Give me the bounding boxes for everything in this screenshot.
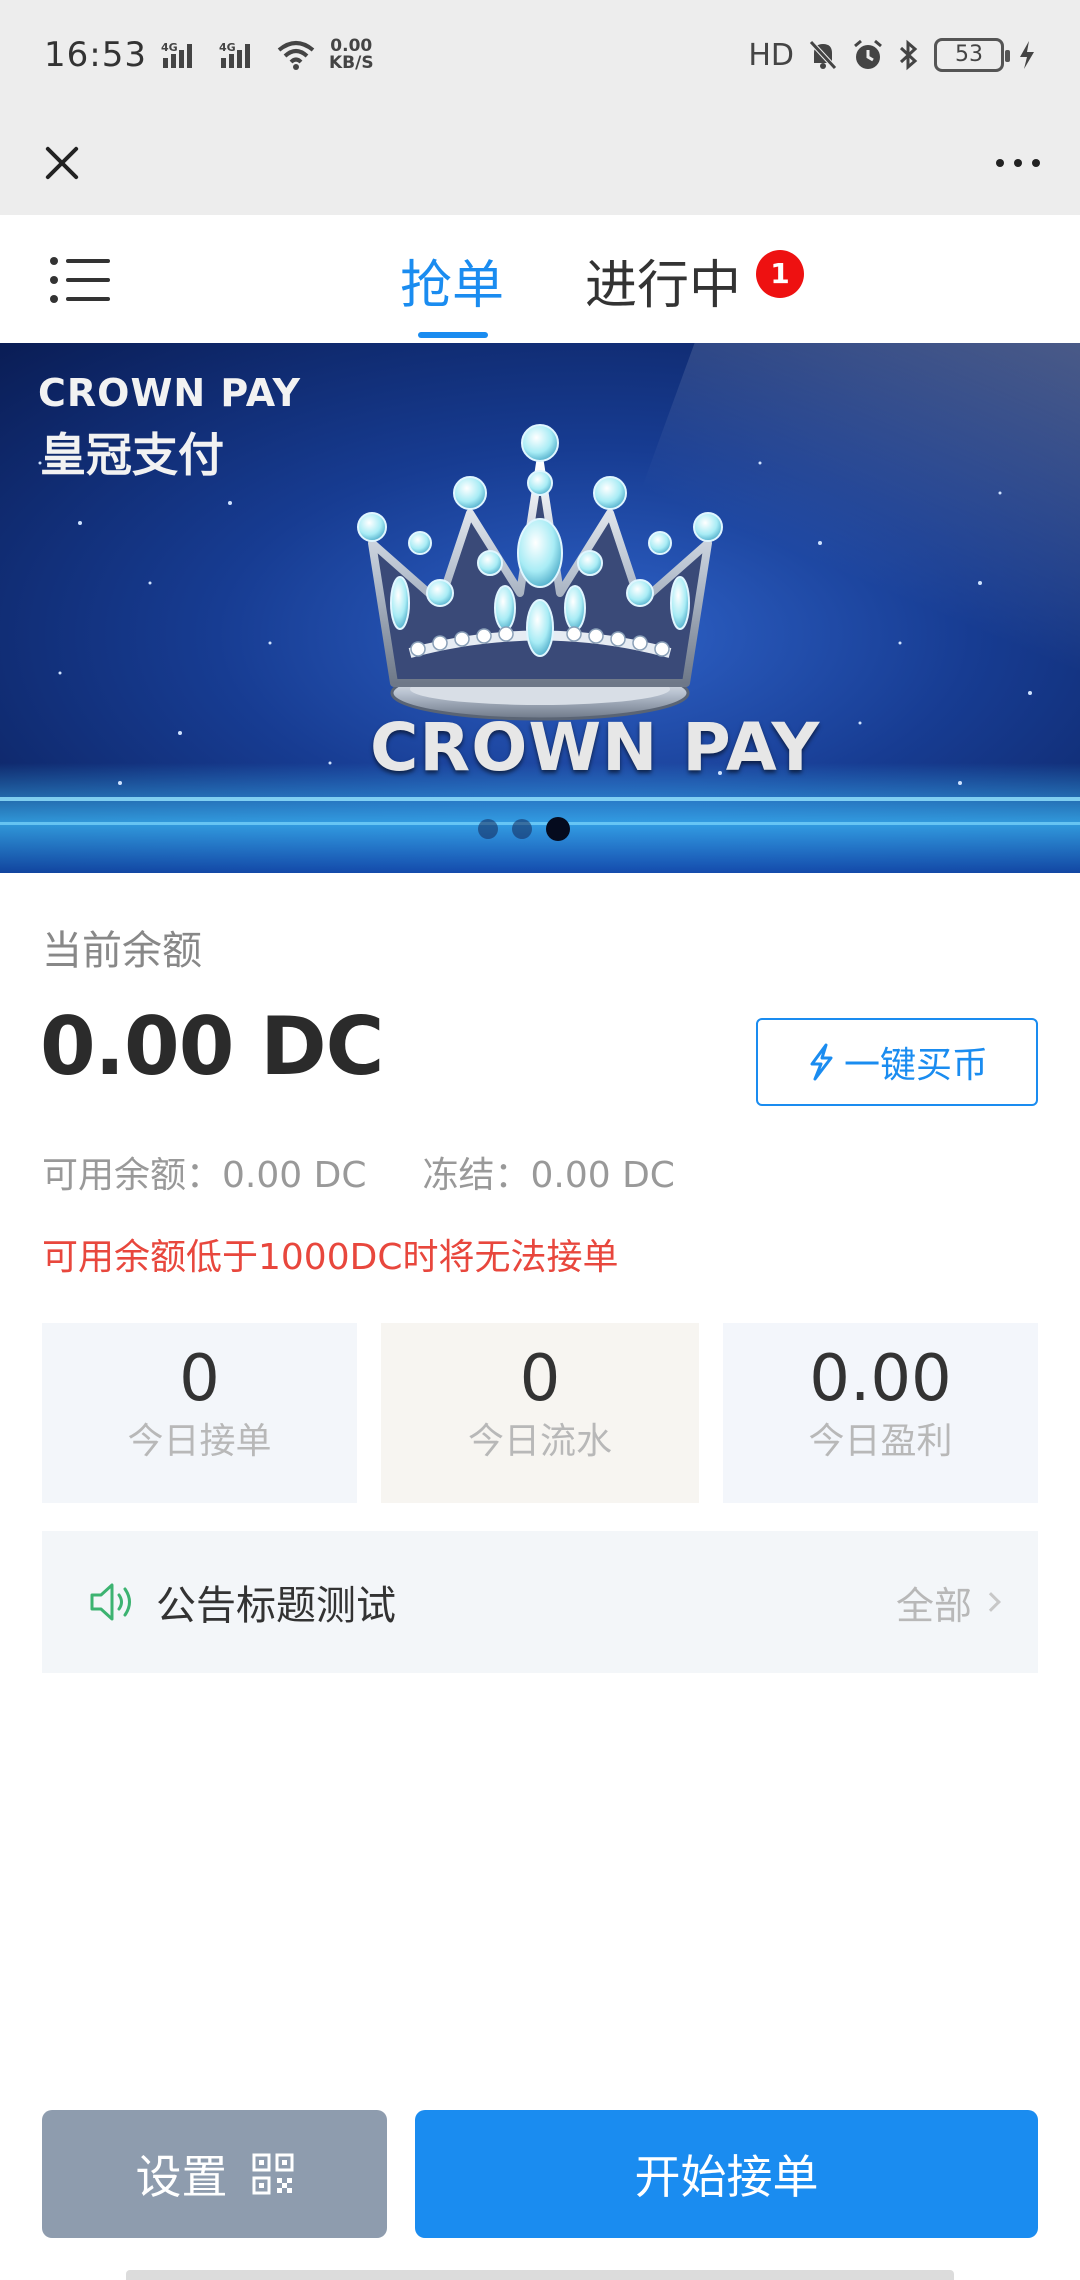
bottom-tab-strip <box>126 2270 954 2280</box>
more-dot <box>1014 158 1022 167</box>
alarm-icon <box>854 39 882 69</box>
view-all-label: 全部 <box>895 1583 972 1628</box>
banner-brand-cn: 皇冠支付 <box>40 428 224 482</box>
network-speed: 0.00 KB/S <box>329 38 374 72</box>
svg-text:4G: 4G <box>161 41 178 54</box>
stat-value: 0 <box>519 1342 561 1416</box>
speaker-icon <box>90 1583 131 1621</box>
signal-icon: 4G <box>161 41 192 68</box>
stat-today-flow: 0 今日流水 <box>381 1323 699 1503</box>
top-nav: 抢单 进行中 <box>0 215 1080 343</box>
more-options-button[interactable] <box>996 158 1048 167</box>
carousel-dot[interactable] <box>478 819 498 839</box>
buy-coin-label: 一键买币 <box>843 1045 988 1086</box>
app-screen: 16:53 4G 4G 0.00 KB/S HD 53 抢单 进行中 1 CRO… <box>0 0 1080 2280</box>
stat-label: 今日接单 <box>127 1421 272 1462</box>
start-label: 开始接单 <box>634 2150 819 2204</box>
settings-button[interactable]: 设置 <box>42 2110 387 2238</box>
promo-banner[interactable]: CROWN PAY 皇冠支付 CROWN PAY <box>0 343 1080 873</box>
banner-brand-en: CROWN PAY <box>38 371 302 415</box>
title-bar <box>0 110 1080 215</box>
mute-icon <box>809 40 837 70</box>
bluetooth-icon <box>899 39 918 71</box>
stat-value: 0.00 <box>809 1342 952 1416</box>
notification-badge: 1 <box>756 250 804 298</box>
menu-icon[interactable] <box>50 257 110 303</box>
status-time: 16:53 <box>44 35 147 75</box>
network-speed-unit: KB/S <box>328 53 374 73</box>
settings-label: 设置 <box>135 2150 228 2204</box>
battery-icon: 53 <box>934 38 1010 72</box>
carousel-dot[interactable] <box>512 819 532 839</box>
stat-today-profit: 0.00 今日盈利 <box>723 1323 1038 1503</box>
chevron-right-icon <box>981 1592 1001 1612</box>
status-left: 16:53 4G 4G 0.00 KB/S <box>44 35 374 75</box>
status-bar: 16:53 4G 4G 0.00 KB/S HD 53 <box>0 0 1080 110</box>
close-button[interactable] <box>32 133 92 193</box>
balance-label: 当前余额 <box>42 928 202 974</box>
signal-icon-2: 4G <box>219 41 250 68</box>
frozen-balance: 冻结：0.00 DC <box>422 1155 675 1196</box>
charging-icon <box>1020 41 1034 69</box>
stat-label: 今日流水 <box>467 1421 612 1462</box>
stat-value: 0 <box>179 1342 220 1416</box>
balance-amount: 0.00 DC <box>40 1000 384 1093</box>
qr-code-icon <box>252 2153 293 2195</box>
balance-details: 可用余额：0.00 DC 冻结：0.00 DC <box>42 1146 675 1198</box>
more-dot <box>1032 158 1040 167</box>
carousel-indicator[interactable] <box>478 817 570 841</box>
status-right: HD 53 <box>748 38 1036 73</box>
tab-grab-orders[interactable]: 抢单 <box>400 243 504 318</box>
start-accepting-orders-button[interactable]: 开始接单 <box>415 2110 1038 2238</box>
active-tab-indicator <box>418 332 488 338</box>
lightning-icon <box>810 1043 833 1081</box>
svg-text:4G: 4G <box>219 41 236 54</box>
carousel-dot-active[interactable] <box>546 817 570 841</box>
tab-in-progress[interactable]: 进行中 <box>585 243 741 318</box>
balance-warning: 可用余额低于1000DC时将无法接单 <box>42 1237 619 1278</box>
hd-label: HD <box>748 37 794 73</box>
announcement-title: 公告标题测试 <box>156 1583 396 1629</box>
available-balance: 可用余额：0.00 DC <box>42 1155 367 1196</box>
banner-logo-text: CROWN PAY <box>370 709 821 786</box>
view-all-link[interactable]: 全部 <box>895 1575 1001 1630</box>
stat-today-orders: 0 今日接单 <box>42 1323 357 1503</box>
announcement-bar[interactable]: 公告标题测试 全部 <box>42 1531 1038 1673</box>
wifi-icon <box>277 41 315 70</box>
more-dot <box>996 158 1004 167</box>
buy-coin-button[interactable]: 一键买币 <box>756 1018 1038 1106</box>
stat-label: 今日盈利 <box>808 1421 953 1462</box>
